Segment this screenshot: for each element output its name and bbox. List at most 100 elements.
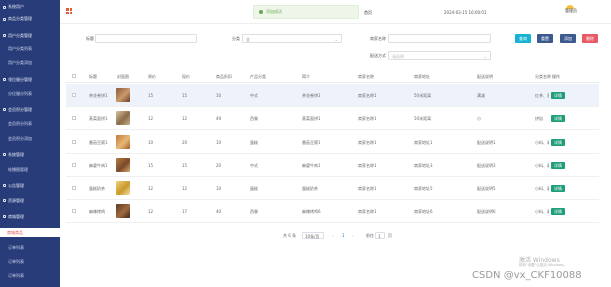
sidebar-item-label: 领位服分管理 bbox=[8, 76, 32, 82]
row-checkbox[interactable] bbox=[72, 116, 76, 120]
sidebar-item-label: 商城管理 bbox=[8, 213, 24, 219]
page-number[interactable]: 1 bbox=[342, 233, 345, 238]
cell-discount: 10 bbox=[216, 186, 222, 191]
sidebar-item-label: 订单列表 bbox=[8, 259, 24, 264]
title-input[interactable] bbox=[95, 34, 197, 43]
goto-input[interactable]: 1 bbox=[375, 232, 385, 239]
reset-button[interactable]: 重置 bbox=[537, 34, 553, 43]
cell-title: 番茄豆腐1 bbox=[89, 140, 108, 145]
row-checkbox[interactable] bbox=[72, 163, 76, 167]
clock-text: 2024-03-15 16:00:01 bbox=[444, 10, 487, 15]
cell-discount: 20 bbox=[216, 163, 222, 168]
sidebar-item-resources[interactable]: 资源管理 bbox=[0, 196, 60, 205]
chevron-down-icon: ⌄ bbox=[483, 54, 487, 59]
cell-title: 蛋糕奶茶 bbox=[89, 186, 105, 191]
logo-icon bbox=[66, 8, 72, 14]
select-all-checkbox[interactable] bbox=[72, 74, 76, 78]
detail-button[interactable]: 详情 bbox=[551, 115, 565, 122]
cell-title: 蒸菜面饼1 bbox=[89, 116, 108, 121]
col-price[interactable]: 原价 bbox=[148, 74, 156, 80]
row-checkbox[interactable] bbox=[72, 140, 76, 144]
delete-button[interactable]: 删除 bbox=[582, 34, 598, 43]
cell-addr: 商家地址1 bbox=[414, 140, 433, 145]
sidebar-subitem[interactable]: 会员积分列表 bbox=[0, 120, 60, 128]
col-addr: 商家地址 bbox=[414, 74, 430, 79]
sidebar-item-points[interactable]: 会员积分管理 bbox=[0, 105, 60, 114]
detail-button[interactable]: 详情 bbox=[551, 185, 565, 192]
sidebar-item-category[interactable]: 商品分类管理 bbox=[0, 14, 60, 24]
sidebar-subitem[interactable]: 轮播图管理 bbox=[0, 166, 60, 174]
sidebar-subitem[interactable]: 分位服分列表 bbox=[0, 90, 60, 98]
sidebar-subitem[interactable]: 会员积分添加 bbox=[0, 135, 60, 143]
table-row[interactable]: 麻婆牛肉1 15 15 20 中式 麻婆牛肉1 商家名称1 商家地址3 配送说明… bbox=[66, 154, 599, 177]
table-row[interactable]: 番茄豆腐1 10 20 10 蛋糕 番茄豆腐1 商家名称1 商家地址1 配送说明… bbox=[66, 131, 599, 154]
detail-button[interactable]: 详情 bbox=[551, 92, 565, 99]
chevron-down-icon: ⌄ bbox=[334, 37, 338, 42]
sidebar-item-system-users[interactable]: 系统用户 bbox=[0, 2, 60, 12]
cover-image bbox=[116, 158, 130, 172]
cell-catname: 小料、彩 bbox=[535, 186, 549, 191]
username[interactable]: 管理员 bbox=[562, 8, 580, 14]
shop-name-input[interactable] bbox=[388, 34, 491, 43]
sidebar-subitem[interactable]: 用户分类列表 bbox=[0, 45, 60, 53]
add-button[interactable]: 添加 bbox=[560, 34, 576, 43]
goto-label: 前往 bbox=[366, 233, 374, 238]
cell-category: 中式 bbox=[250, 163, 258, 168]
title-label: 标题 bbox=[86, 36, 94, 41]
category-value: 全 bbox=[246, 37, 250, 42]
sidebar-item-seats[interactable]: 领位服分管理 bbox=[0, 75, 60, 84]
col-category: 产品分类 bbox=[250, 74, 266, 79]
sidebar-item-system[interactable]: 系统管理 bbox=[0, 150, 60, 159]
search-button[interactable]: 查询 bbox=[515, 34, 531, 43]
cell-price: 10 bbox=[148, 140, 154, 145]
cell-now: 12 bbox=[182, 116, 188, 121]
col-title[interactable]: 标题 bbox=[89, 74, 97, 80]
sidebar-subitem[interactable]: 订单列表 bbox=[0, 258, 60, 266]
sidebar-subitem[interactable]: 订单列表 bbox=[0, 244, 60, 252]
detail-button[interactable]: 详情 bbox=[551, 208, 565, 215]
delivery-select[interactable]: 请选择 ⌄ bbox=[388, 51, 491, 60]
table-row[interactable]: 蒸菜面饼1 12 12 49 西餐 蒸菜面饼1 商家名称1 50米距离 小 烘焙… bbox=[66, 107, 599, 130]
col-shop: 商家名称 bbox=[358, 74, 374, 79]
sidebar-item-label: 用户分类列表 bbox=[8, 46, 32, 51]
sidebar-item-user-category[interactable]: 用户分类管理 bbox=[0, 31, 60, 40]
table-row[interactable]: 茶花卷饼1 15 15 10 中式 茶花卷饼1 商家名称1 50米距离 满减 红… bbox=[66, 84, 599, 107]
row-checkbox[interactable] bbox=[72, 209, 76, 213]
sidebar-item-mall-goods[interactable]: 商城商品 bbox=[0, 228, 60, 237]
col-catname: 分类名称 bbox=[535, 74, 551, 79]
detail-button[interactable]: 详情 bbox=[551, 139, 565, 146]
col-discount[interactable]: 商品折扣 bbox=[216, 74, 232, 80]
row-checkbox[interactable] bbox=[72, 186, 76, 190]
cell-now: 12 bbox=[182, 186, 188, 191]
sidebar-subitem[interactable]: 用户分类添加 bbox=[0, 59, 60, 67]
cell-note: 配送说明6 bbox=[477, 209, 496, 214]
page-size-value: 10条/页 bbox=[305, 234, 320, 239]
menu-icon bbox=[3, 108, 6, 111]
cell-price: 12 bbox=[148, 186, 154, 191]
page-suffix: 页 bbox=[388, 233, 392, 238]
cover-image bbox=[116, 135, 130, 149]
table-row[interactable]: 蛋糕奶茶 12 12 10 蛋糕 蛋糕奶茶 商家名称1 商家地址5 配送说明5 … bbox=[66, 177, 599, 200]
cell-intro: 蛋糕奶茶 bbox=[302, 186, 318, 191]
cell-addr: 商家地址3 bbox=[414, 163, 433, 168]
row-checkbox[interactable] bbox=[72, 93, 76, 97]
category-select[interactable]: 全 ⌄ bbox=[242, 34, 342, 43]
next-page-icon[interactable]: › bbox=[352, 233, 354, 238]
cell-now: 15 bbox=[182, 93, 188, 98]
sidebar-subitem[interactable]: 订单列表 bbox=[0, 272, 60, 280]
sidebar-item-notice[interactable]: 公告管理 bbox=[0, 181, 60, 190]
cell-title: 麻辣烤鸡 bbox=[89, 209, 105, 214]
col-now[interactable]: 现价 bbox=[182, 74, 190, 80]
table-row[interactable]: 麻辣烤鸡 12 17 40 西餐 麻辣烤鸡6 商家名称1 商家地址6 配送说明6… bbox=[66, 200, 599, 223]
page-size-select[interactable]: 10条/页 bbox=[302, 232, 324, 239]
cover-image bbox=[116, 204, 130, 218]
cell-shop: 商家名称1 bbox=[358, 163, 377, 168]
sidebar-item-label: 会员积分列表 bbox=[8, 121, 32, 126]
prev-page-icon[interactable]: ‹ bbox=[332, 233, 334, 238]
cell-note: 配送说明5 bbox=[477, 186, 496, 191]
sidebar-item-mall[interactable]: 商城管理 bbox=[0, 212, 60, 221]
sidebar-item-label: 会员积分添加 bbox=[8, 136, 32, 141]
detail-button[interactable]: 详情 bbox=[551, 162, 565, 169]
cell-price: 12 bbox=[148, 116, 154, 121]
cover-image bbox=[116, 88, 130, 102]
